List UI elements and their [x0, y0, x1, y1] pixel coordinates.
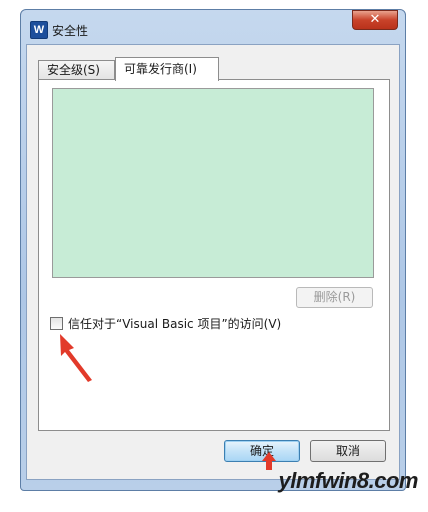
- trust-vba-label[interactable]: 信任对于“Visual Basic 项目”的访问(V): [68, 315, 281, 332]
- delete-button[interactable]: 删除(R): [296, 287, 373, 308]
- tab-security-level[interactable]: 安全级(S): [38, 60, 115, 80]
- site-watermark: ylmfwin8.com: [278, 468, 419, 493]
- close-button[interactable]: ✕: [352, 10, 398, 30]
- wps-writer-icon: W: [30, 21, 48, 39]
- tab-trusted-publishers[interactable]: 可靠发行商(I): [115, 57, 219, 81]
- cancel-button[interactable]: 取消: [310, 440, 386, 462]
- window-title: 安全性: [52, 24, 89, 38]
- red-cursor-annotation: [262, 452, 276, 470]
- trust-vba-checkbox[interactable]: [50, 317, 63, 330]
- red-arrow-annotation: [60, 334, 92, 382]
- trusted-publishers-list[interactable]: [52, 88, 374, 278]
